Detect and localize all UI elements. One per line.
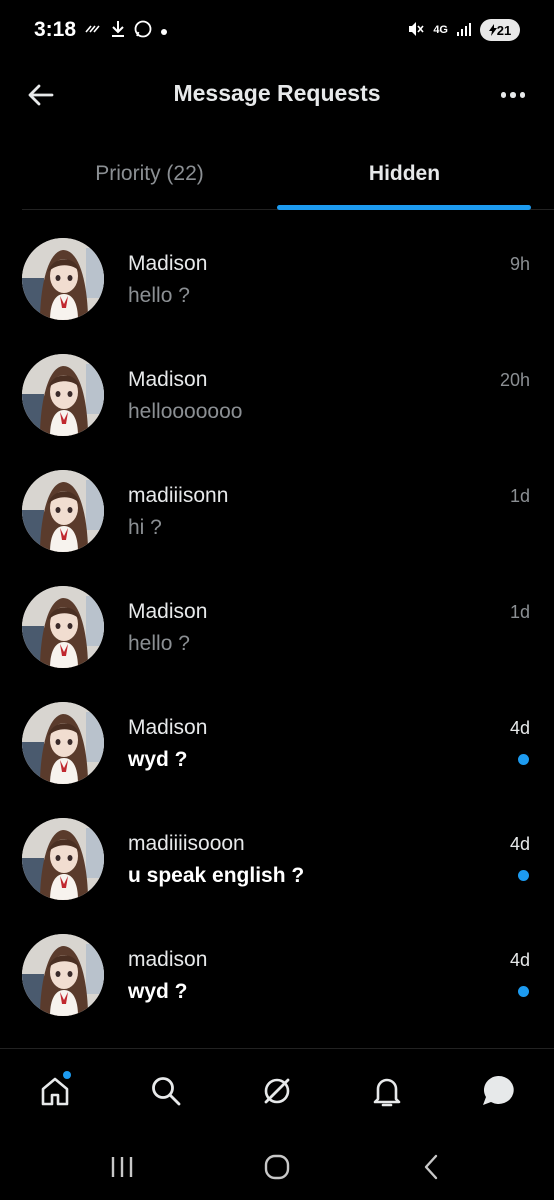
status-right-icons: 4G 21 <box>407 19 520 41</box>
message-preview: hello ? <box>128 632 190 655</box>
sender-name: madiiiisooon <box>128 832 245 855</box>
avatar-illustration <box>22 470 104 552</box>
notification-badge <box>63 1071 71 1079</box>
message-time: 4d <box>509 718 530 738</box>
avatar-illustration <box>22 238 104 320</box>
message-preview: hellooooooo <box>128 400 243 423</box>
conversation-item[interactable]: Madison wyd ? 4d <box>0 684 554 800</box>
recent-apps-button[interactable] <box>104 1150 140 1184</box>
mute-icon <box>407 20 425 41</box>
nav-search-button[interactable] <box>146 1071 186 1111</box>
page-title: Message Requests <box>173 80 381 106</box>
nav-messages-button[interactable] <box>478 1071 518 1111</box>
tab-label: Priority (22) <box>95 162 204 185</box>
whatsapp-icon <box>134 20 152 43</box>
avatar-illustration <box>22 934 104 1016</box>
avatar[interactable] <box>22 818 104 900</box>
conversation-item[interactable]: madison wyd ? 4d <box>0 916 554 1032</box>
tab-hidden[interactable]: Hidden <box>277 142 532 208</box>
conversation-list: Madison hello ? 9h Madison hellooooooo 20h mad… <box>0 220 554 1032</box>
sender-name: Madison <box>128 368 208 391</box>
status-time: 3:18 <box>34 18 77 41</box>
avatar[interactable] <box>22 354 104 436</box>
message-time: 4d <box>509 950 530 970</box>
message-time: 4d <box>509 834 530 854</box>
conversation-item[interactable]: madiiiisooon u speak english ? 4d <box>0 800 554 916</box>
system-home-button[interactable] <box>259 1150 295 1184</box>
network-type: 4G <box>433 24 448 36</box>
message-preview: u speak english ? <box>128 864 305 887</box>
message-time: 1d <box>509 486 530 506</box>
message-time: 1d <box>509 602 530 622</box>
nav-grok-button[interactable] <box>257 1071 297 1111</box>
active-tab-indicator <box>277 205 531 210</box>
more-icon <box>500 92 507 98</box>
tab-bar: Priority (22) Hidden <box>22 142 554 210</box>
message-preview: hello ? <box>128 284 190 307</box>
avatar[interactable] <box>22 586 104 668</box>
grok-icon <box>264 1078 290 1104</box>
message-preview: wyd ? <box>128 980 188 1003</box>
message-preview: wyd ? <box>128 748 188 771</box>
avatar[interactable] <box>22 470 104 552</box>
conversation-item[interactable]: Madison hellooooooo 20h <box>0 336 554 452</box>
tab-priority[interactable]: Priority (22) <box>22 142 277 208</box>
nav-home-button[interactable] <box>35 1071 75 1111</box>
search-icon <box>152 1077 181 1106</box>
status-bar: 3:18 4G 21 <box>0 0 554 62</box>
conversation-item[interactable]: Madison hello ? 9h <box>0 220 554 336</box>
avatar-illustration <box>22 586 104 668</box>
unread-indicator <box>518 754 529 765</box>
status-left-icons <box>84 20 168 43</box>
recent-apps-icon <box>111 1157 133 1177</box>
avatar[interactable] <box>22 238 104 320</box>
header: Message Requests <box>0 62 554 126</box>
avatar[interactable] <box>22 934 104 1016</box>
home-icon <box>41 1077 69 1106</box>
conversation-item[interactable]: madiiisonn hi ? 1d <box>0 452 554 568</box>
conversation-item[interactable]: Madison hello ? 1d <box>0 568 554 684</box>
charging-icon <box>488 24 497 36</box>
home-circle-icon <box>264 1154 290 1180</box>
system-back-button[interactable] <box>414 1150 450 1184</box>
messages-icon <box>483 1075 514 1105</box>
avatar-illustration <box>22 818 104 900</box>
message-time: 20h <box>499 370 530 390</box>
back-chevron-icon <box>424 1154 438 1180</box>
battery-indicator: 21 <box>480 19 520 41</box>
nav-notifications-button[interactable] <box>367 1071 407 1111</box>
notification-dot-icon <box>160 23 168 41</box>
bell-icon <box>373 1078 401 1107</box>
signal-icon <box>456 22 472 39</box>
sender-name: Madison <box>128 252 208 275</box>
unread-indicator <box>518 870 529 881</box>
sender-name: madiiisonn <box>128 484 229 507</box>
avatar-illustration <box>22 354 104 436</box>
sender-name: madison <box>128 948 208 971</box>
message-preview: hi ? <box>128 516 162 539</box>
sender-name: Madison <box>128 716 208 739</box>
sender-name: Madison <box>128 600 208 623</box>
data-saver-icon <box>84 22 102 41</box>
more-options-button[interactable] <box>496 80 530 110</box>
battery-level: 21 <box>496 22 512 38</box>
system-nav <box>0 1132 554 1200</box>
download-icon <box>110 20 126 43</box>
tab-label: Hidden <box>368 162 441 185</box>
bottom-nav <box>0 1048 554 1132</box>
message-time: 9h <box>509 254 530 274</box>
unread-indicator <box>518 986 529 997</box>
avatar[interactable] <box>22 702 104 784</box>
avatar-illustration <box>22 702 104 784</box>
